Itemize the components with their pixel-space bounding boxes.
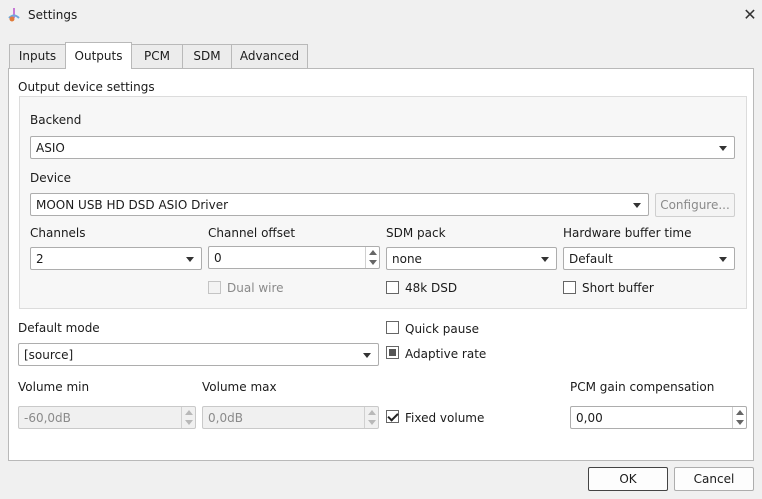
quick-pause-label: Quick pause: [405, 322, 479, 336]
device-value: MOON USB HD DSD ASIO Driver: [36, 198, 229, 212]
spin-up-icon[interactable]: [369, 250, 377, 255]
dual-wire-label: Dual wire: [227, 281, 284, 295]
default-mode-select[interactable]: [source]: [18, 343, 379, 366]
spin-down-icon[interactable]: [368, 420, 376, 425]
dual-wire-checkbox[interactable]: [208, 281, 221, 294]
volume-min-label: Volume min: [18, 380, 90, 394]
adaptive-rate-checkbox[interactable]: [386, 346, 399, 359]
pcm-gain-value: 0,00: [576, 411, 603, 425]
backend-value: ASIO: [36, 141, 65, 155]
spin-up-icon[interactable]: [368, 410, 376, 415]
ok-button[interactable]: OK: [588, 467, 668, 491]
default-mode-value: [source]: [24, 348, 74, 362]
short-buffer-checkbox[interactable]: [563, 281, 576, 294]
default-mode-label: Default mode: [18, 321, 100, 335]
spin-buttons[interactable]: [364, 407, 378, 428]
device-select[interactable]: MOON USB HD DSD ASIO Driver: [30, 193, 649, 216]
spin-up-icon[interactable]: [185, 410, 193, 415]
short-buffer-label: Short buffer: [582, 281, 654, 295]
sdm-pack-value: none: [392, 252, 422, 266]
channels-value: 2: [36, 252, 44, 266]
fixed-volume-label: Fixed volume: [405, 411, 485, 425]
cancel-button[interactable]: Cancel: [674, 467, 754, 491]
chevron-down-icon: [541, 257, 549, 262]
chevron-down-icon: [719, 257, 727, 262]
spin-buttons[interactable]: [732, 407, 746, 428]
sdm-pack-select[interactable]: none: [386, 247, 557, 270]
tab-pcm[interactable]: PCM: [131, 44, 183, 68]
channels-label: Channels: [30, 226, 86, 240]
tab-outputs[interactable]: Outputs: [65, 42, 132, 69]
channel-offset-label: Channel offset: [208, 226, 296, 240]
adaptive-rate-label: Adaptive rate: [405, 347, 487, 361]
device-label: Device: [30, 171, 72, 185]
spin-down-icon[interactable]: [185, 420, 193, 425]
spin-down-icon[interactable]: [736, 420, 744, 425]
spin-up-icon[interactable]: [736, 410, 744, 415]
window-title: Settings: [28, 8, 78, 22]
pcm-gain-stepper[interactable]: 0,00: [570, 406, 747, 429]
hardware-buffer-time-select[interactable]: Default: [563, 247, 735, 270]
channel-offset-value: 0: [214, 251, 222, 265]
title-bar: [0, 0, 762, 32]
backend-label: Backend: [30, 113, 82, 127]
tab-advanced[interactable]: Advanced: [231, 44, 308, 68]
output-device-group-title: Output device settings: [18, 80, 155, 94]
hardware-buffer-time-label: Hardware buffer time: [563, 226, 692, 240]
chevron-down-icon: [633, 203, 641, 208]
volume-max-stepper[interactable]: 0,0dB: [202, 406, 379, 429]
channels-select[interactable]: 2: [30, 247, 202, 270]
volume-min-stepper[interactable]: -60,0dB: [18, 406, 196, 429]
close-icon[interactable]: ✕: [742, 5, 758, 25]
chevron-down-icon: [719, 146, 727, 151]
volume-min-value: -60,0dB: [24, 411, 71, 425]
pcm-gain-label: PCM gain compensation: [570, 380, 715, 394]
dsd-48k-label: 48k DSD: [405, 281, 458, 295]
configure-button[interactable]: Configure...: [655, 193, 735, 217]
tab-inputs[interactable]: Inputs: [9, 44, 66, 68]
dsd-48k-checkbox[interactable]: [386, 281, 399, 294]
note-icon: [8, 8, 20, 22]
hardware-buffer-time-value: Default: [569, 252, 613, 266]
channel-offset-stepper[interactable]: 0: [208, 246, 380, 269]
tab-sdm[interactable]: SDM: [182, 44, 232, 68]
volume-max-label: Volume max: [202, 380, 277, 394]
quick-pause-checkbox[interactable]: [386, 321, 399, 334]
spin-buttons[interactable]: [181, 407, 195, 428]
spin-down-icon[interactable]: [369, 260, 377, 265]
backend-select[interactable]: ASIO: [30, 136, 735, 159]
volume-max-value: 0,0dB: [208, 411, 243, 425]
fixed-volume-checkbox[interactable]: [386, 410, 399, 423]
sdm-pack-label: SDM pack: [386, 226, 446, 240]
chevron-down-icon: [363, 353, 371, 358]
spin-buttons[interactable]: [365, 247, 379, 268]
chevron-down-icon: [186, 257, 194, 262]
